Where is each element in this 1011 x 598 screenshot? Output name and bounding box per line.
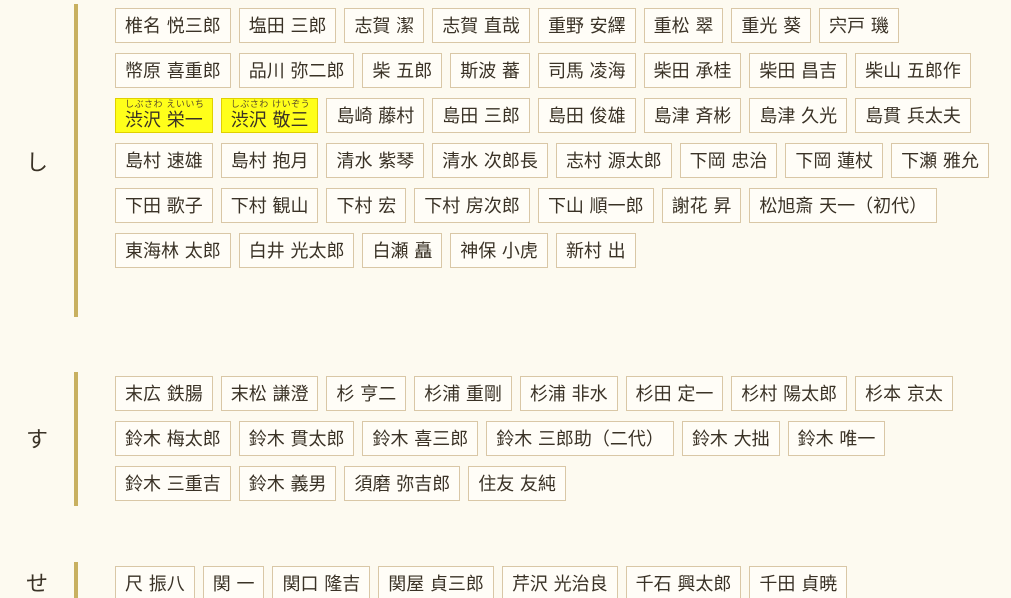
name-list: 尺 振八関 一関口 隆吉 関屋 貞三郎 芹沢 光治良 千石 興太郎 千田 貞暁 (115, 566, 995, 598)
person-name-link[interactable]: 住友 友純 (468, 466, 566, 501)
person-name-link[interactable]: 芹沢 光治良 (501, 566, 618, 598)
person-name-link[interactable]: 白井 光太郎 (238, 233, 355, 268)
person-name-link[interactable]: 鈴木 三郎助（二代） (486, 421, 674, 456)
person-name-link[interactable]: 千石 興太郎 (625, 566, 742, 598)
person-name-link[interactable]: 清水 紫琴 (326, 143, 425, 178)
person-name-link[interactable]: 斯波 蕃 (450, 53, 530, 88)
person-name-link[interactable]: 清水 次郎長 (432, 143, 548, 178)
person-name-link[interactable]: 鈴木 唯一 (787, 421, 886, 456)
person-name-link[interactable]: 東海林 太郎 (115, 233, 231, 268)
person-name-link[interactable]: 鈴木 大拙 (681, 421, 780, 456)
person-name-link[interactable]: 島津 久光 (749, 98, 848, 133)
person-name-link[interactable]: 鈴木 三重吉 (115, 466, 231, 501)
person-name-link[interactable]: 重光 葵 (731, 8, 812, 43)
name-reading-ruby: しぶさわ えいいち (125, 100, 205, 110)
person-name-link[interactable]: 島田 俊雄 (537, 98, 636, 133)
person-name-link[interactable]: 重松 翠 (643, 8, 724, 43)
section-su: す 末広 鉄腸 末松 謙澄杉 亨二 杉浦 重剛 杉浦 非水 杉田 定一 杉村 陽太郎 杉本 … (0, 370, 1011, 510)
person-name-link[interactable]: 宍戸 璣 (819, 8, 899, 43)
person-name-link[interactable]: 島村 抱月 (220, 143, 319, 178)
section-kana-label: し (25, 151, 48, 176)
person-name-link[interactable]: 謝花 昇 (661, 188, 742, 223)
person-name-link[interactable]: 杉浦 重剛 (414, 376, 512, 411)
person-name-link[interactable]: 柴田 昌吉 (749, 53, 848, 88)
person-name-link[interactable]: 下瀬 雅允 (891, 143, 989, 178)
person-name-link[interactable]: 関口 隆吉 (272, 566, 371, 598)
person-name-link[interactable]: 杉本 京太 (855, 376, 953, 411)
person-name-link[interactable]: 杉田 定一 (625, 376, 724, 411)
section-divider-bar (74, 372, 78, 506)
person-name-link[interactable]: 下田 歌子 (115, 188, 213, 223)
section-divider-bar (74, 4, 78, 317)
person-name-link[interactable]: 下山 順一郎 (537, 188, 654, 223)
person-name-link[interactable]: 椎名 悦三郎 (115, 8, 231, 43)
person-name-link[interactable]: 島崎 藤村 (326, 98, 425, 133)
section-divider-bar (74, 562, 78, 598)
person-name-link[interactable]: 志賀 潔 (344, 8, 425, 43)
person-name-link[interactable]: 島田 三郎 (432, 98, 530, 133)
name-list: 椎名 悦三郎 塩田 三郎 志賀 潔志賀 直哉 重野 安繹 重松 翠重光 葵宍戸 璣幣原 … (115, 8, 995, 268)
person-name-link[interactable]: 須磨 弥吉郎 (344, 466, 461, 501)
person-name-link[interactable]: 島津 斉彬 (643, 98, 742, 133)
section-kana-label: せ (25, 572, 48, 597)
person-name-link[interactable]: 下村 宏 (326, 188, 407, 223)
section-shi: し 椎名 悦三郎 塩田 三郎 志賀 潔志賀 直哉 重野 安繹 重松 翠重光 葵宍戸 璣幣… (0, 0, 1011, 320)
person-name-link[interactable]: 末広 鉄腸 (115, 376, 213, 411)
person-name-link[interactable]: 品川 弥二郎 (238, 53, 355, 88)
person-name-link[interactable]: しぶさわ けいぞう 渋沢 敬三 (220, 98, 319, 133)
person-name-link[interactable]: 鈴木 喜三郎 (362, 421, 479, 456)
person-name-text: 渋沢 敬三 (230, 110, 309, 131)
person-name-link[interactable]: 柴山 五郎作 (855, 53, 971, 88)
name-reading-ruby: しぶさわ けいぞう (230, 100, 311, 110)
person-name-link[interactable]: 志村 源太郎 (555, 143, 672, 178)
person-name-link[interactable]: 千田 貞暁 (749, 566, 848, 598)
person-name-link[interactable]: 白瀬 矗 (362, 233, 443, 268)
person-name-link[interactable]: 鈴木 義男 (238, 466, 337, 501)
person-name-text: 渋沢 栄一 (125, 110, 203, 131)
person-name-link[interactable]: 関 一 (202, 566, 265, 598)
person-name-link[interactable]: 尺 振八 (115, 566, 195, 598)
person-name-link[interactable]: 新村 出 (555, 233, 636, 268)
person-name-link[interactable]: 鈴木 梅太郎 (115, 421, 231, 456)
person-name-link[interactable]: 神保 小虎 (450, 233, 548, 268)
person-name-link[interactable]: 幣原 喜重郎 (115, 53, 231, 88)
person-name-link[interactable]: 杉村 陽太郎 (731, 376, 848, 411)
person-name-link[interactable]: 柴田 承桂 (643, 53, 742, 88)
section-kana-label: す (25, 428, 48, 453)
person-name-link[interactable]: 下岡 忠治 (679, 143, 778, 178)
person-name-link[interactable]: 塩田 三郎 (238, 8, 337, 43)
person-name-link[interactable]: 司馬 凌海 (537, 53, 636, 88)
name-index-page: し 椎名 悦三郎 塩田 三郎 志賀 潔志賀 直哉 重野 安繹 重松 翠重光 葵宍戸 璣幣… (0, 0, 1011, 598)
person-name-link[interactable]: 杉浦 非水 (519, 376, 618, 411)
person-name-link[interactable]: 重野 安繹 (537, 8, 636, 43)
person-name-link[interactable]: 志賀 直哉 (432, 8, 530, 43)
section-se: せ 尺 振八関 一関口 隆吉 関屋 貞三郎 芹沢 光治良 千石 興太郎 千田 貞暁 (0, 560, 1011, 598)
person-name-link[interactable]: 松旭斎 天一（初代） (749, 188, 938, 223)
name-list: 末広 鉄腸 末松 謙澄杉 亨二 杉浦 重剛 杉浦 非水 杉田 定一 杉村 陽太郎 杉本 京太… (115, 376, 995, 501)
person-name-link[interactable]: 末松 謙澄 (220, 376, 319, 411)
person-name-link[interactable]: 関屋 貞三郎 (378, 566, 494, 598)
person-name-link[interactable]: 柴 五郎 (362, 53, 443, 88)
person-name-link[interactable]: 下村 房次郎 (414, 188, 530, 223)
person-name-link[interactable]: 島貫 兵太夫 (855, 98, 971, 133)
person-name-link[interactable]: 鈴木 貫太郎 (238, 421, 355, 456)
person-name-link[interactable]: 下岡 蓮杖 (785, 143, 884, 178)
person-name-link[interactable]: 杉 亨二 (326, 376, 407, 411)
person-name-link[interactable]: 下村 観山 (220, 188, 319, 223)
person-name-link[interactable]: しぶさわ えいいち 渋沢 栄一 (115, 98, 213, 133)
person-name-link[interactable]: 島村 速雄 (115, 143, 213, 178)
